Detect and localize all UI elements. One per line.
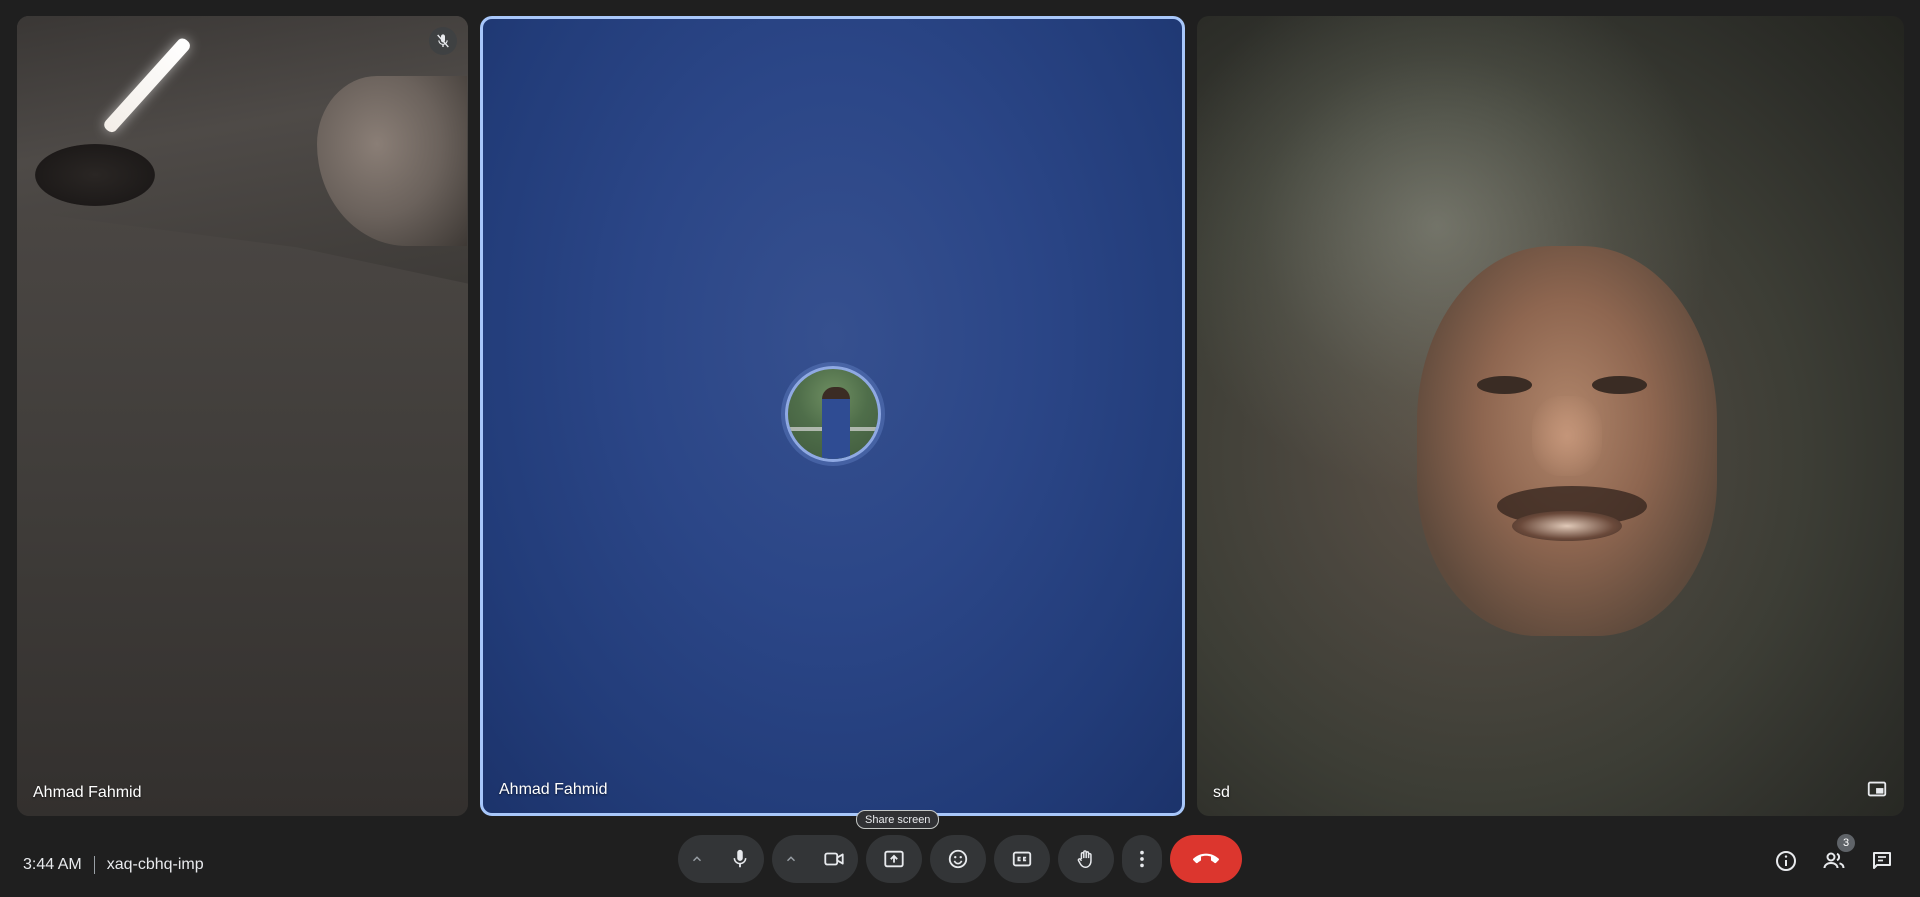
present-button[interactable]: [866, 835, 922, 883]
meet-stage: Ahmad Fahmid Ahmad Fahmid sd Share scree…: [0, 0, 1920, 897]
mic-icon: [733, 849, 747, 868]
raise-hand-button[interactable]: [1058, 835, 1114, 883]
mic-button[interactable]: [716, 835, 764, 883]
people-button[interactable]: 3: [1810, 834, 1858, 885]
chat-icon: [1873, 852, 1891, 869]
participant-name: sd: [1213, 784, 1230, 801]
video-feed-wall: [17, 211, 468, 816]
participant-tile[interactable]: sd: [1197, 16, 1904, 816]
meeting-details-button[interactable]: [1762, 837, 1810, 885]
chat-button[interactable]: [1858, 837, 1906, 885]
camera-button[interactable]: [810, 835, 858, 883]
participant-name: Ahmad Fahmid: [33, 784, 142, 801]
meeting-code[interactable]: xaq-cbhq-imp: [107, 856, 204, 874]
side-panel-controls: 3: [1762, 834, 1906, 885]
emoji-icon: [948, 849, 968, 869]
picture-in-picture-icon[interactable]: [1866, 778, 1888, 800]
call-end-icon: [1193, 853, 1219, 864]
bottom-toolbar: 3:44 AM xaq-cbhq-imp 3: [0, 816, 1920, 897]
leave-call-button[interactable]: [1170, 835, 1242, 883]
mic-off-icon: [429, 27, 457, 55]
people-icon: [1823, 852, 1845, 869]
closed-caption-icon: [1012, 851, 1032, 867]
avatar: [785, 366, 881, 462]
hand-icon: [1077, 850, 1092, 868]
video-settings-button[interactable]: [772, 835, 810, 883]
call-controls: [678, 834, 1242, 884]
reactions-button[interactable]: [930, 835, 986, 883]
more-options-button[interactable]: [1122, 835, 1162, 883]
mic-control-group: [678, 835, 764, 883]
participant-tile-active-speaker[interactable]: Ahmad Fahmid: [480, 16, 1185, 816]
share-screen-tooltip: Share screen: [856, 810, 940, 829]
camera-control-group: [772, 835, 858, 883]
participant-count-badge: 3: [1837, 834, 1855, 852]
participant-tile[interactable]: Ahmad Fahmid: [17, 16, 468, 816]
audio-settings-button[interactable]: [678, 835, 716, 883]
participant-face: [1417, 246, 1717, 636]
meeting-info: 3:44 AM xaq-cbhq-imp: [23, 856, 204, 874]
participant-name: Ahmad Fahmid: [499, 781, 608, 798]
more-vert-icon: [1140, 850, 1144, 868]
ceiling-vent: [35, 144, 155, 206]
info-icon: [1776, 851, 1796, 871]
meeting-time: 3:44 AM: [23, 856, 82, 873]
present-to-all-icon: [884, 850, 904, 868]
captions-button[interactable]: [994, 835, 1050, 883]
divider: [93, 856, 95, 874]
videocam-icon: [824, 852, 844, 866]
